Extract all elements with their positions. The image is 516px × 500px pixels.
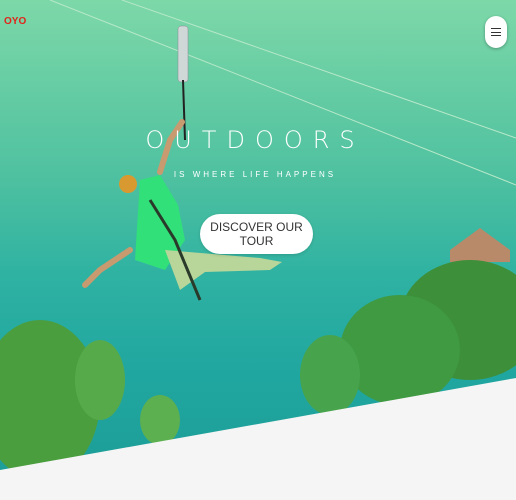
distant-building bbox=[450, 228, 510, 262]
menu-button[interactable] bbox=[485, 16, 507, 48]
hero-title: OUTDOORS bbox=[145, 126, 365, 154]
hero-section: OYO OUTDOORS IS WHERE LIFE HAPPENS DISCO… bbox=[0, 0, 516, 500]
zipline-cable-lower bbox=[49, 0, 516, 186]
zipline-trolley bbox=[177, 25, 189, 83]
hero-subtitle: IS WHERE LIFE HAPPENS bbox=[173, 170, 337, 179]
brand-logo[interactable]: OYO bbox=[4, 16, 26, 27]
discover-tour-button[interactable]: DISCOVER OUR TOUR bbox=[200, 214, 313, 254]
hamburger-icon bbox=[491, 28, 501, 36]
